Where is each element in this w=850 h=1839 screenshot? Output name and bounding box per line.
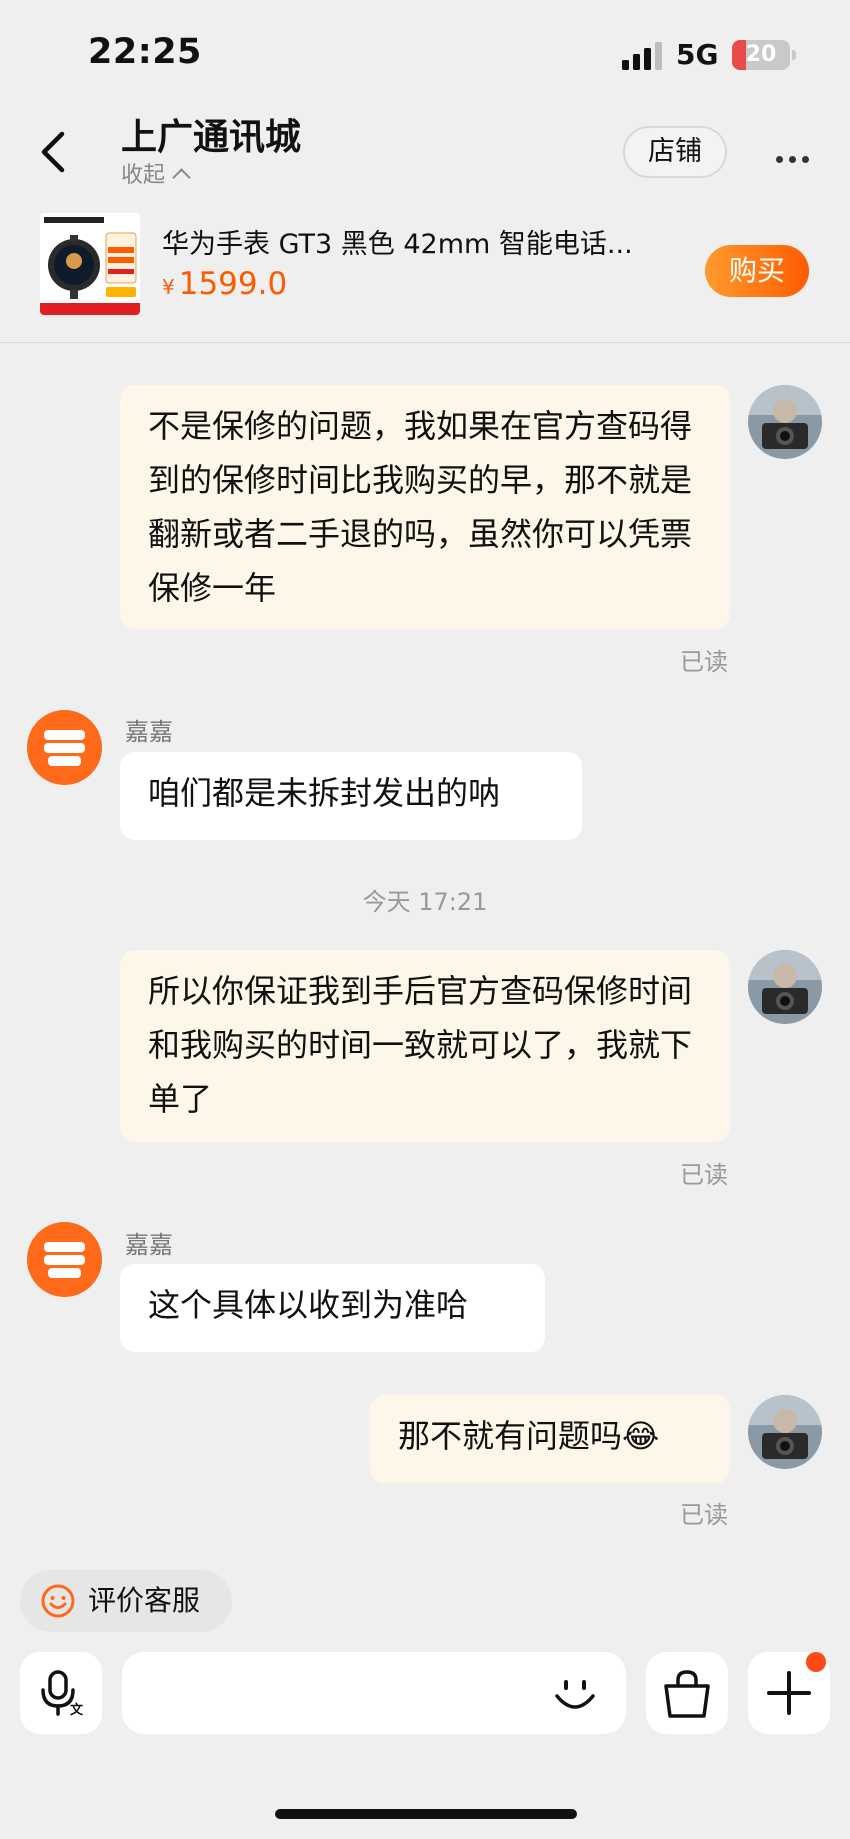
signal-icon [622, 42, 662, 70]
message-bubble-shop[interactable]: 这个具体以收到为准哈 [120, 1264, 545, 1352]
read-status: 已读 [680, 1161, 728, 1189]
battery-icon: 20 [732, 40, 790, 70]
collapse-label: 收起 [121, 163, 166, 188]
read-status: 已读 [680, 1501, 728, 1529]
message-timestamp: 今天 17:21 [362, 888, 488, 916]
message-bubble-me[interactable]: 那不就有问题吗😂 [370, 1395, 730, 1483]
message-input[interactable] [122, 1652, 626, 1734]
status-time: 22:25 [88, 32, 202, 72]
user-avatar[interactable] [748, 1395, 822, 1469]
store-button[interactable]: 店铺 [623, 126, 727, 178]
product-thumbnail[interactable] [40, 213, 140, 315]
shopping-bag-icon [664, 1670, 710, 1718]
shop-avatar[interactable] [27, 1222, 102, 1297]
buy-button[interactable]: 购买 [705, 245, 809, 297]
network-type: 5G [676, 38, 719, 71]
chevron-up-icon [172, 168, 191, 187]
message-bubble-me[interactable]: 不是保修的问题，我如果在官方查码得到的保修时间比我购买的早，那不就是翻新或者二手… [120, 385, 730, 629]
voice-button[interactable]: 文 [20, 1652, 102, 1734]
battery-level: 20 [745, 42, 777, 67]
price-value: 1599.0 [178, 266, 288, 302]
rate-service-label: 评价客服 [88, 1584, 201, 1617]
home-indicator[interactable] [275, 1809, 577, 1819]
notification-dot [806, 1652, 826, 1672]
smile-icon [41, 1584, 75, 1618]
message-bubble-shop[interactable]: 咱们都是未拆封发出的呐 [120, 752, 582, 840]
battery-tip [792, 50, 796, 60]
rate-service-button[interactable]: 评价客服 [20, 1570, 232, 1632]
mic-icon: 文 [41, 1670, 84, 1718]
more-icon[interactable] [776, 148, 816, 163]
read-status: 已读 [680, 648, 728, 676]
sender-name: 嘉嘉 [125, 1231, 173, 1259]
user-avatar[interactable] [748, 950, 822, 1024]
sender-name: 嘉嘉 [125, 718, 173, 746]
svg-text:文: 文 [70, 1702, 84, 1718]
message-bubble-me[interactable]: 所以你保证我到手后官方查码保修时间和我购买的时间一致就可以了，我就下单了 [120, 950, 730, 1142]
shop-avatar[interactable] [27, 710, 102, 785]
shopping-bag-button[interactable] [646, 1652, 728, 1734]
currency-symbol: ¥ [162, 275, 175, 299]
header-divider [0, 342, 850, 343]
user-avatar[interactable] [748, 385, 822, 459]
emoji-icon[interactable] [552, 1672, 598, 1718]
collapse-toggle[interactable]: 收起 [121, 157, 191, 189]
shop-name: 上广通讯城 [121, 117, 302, 158]
product-title[interactable]: 华为手表 GT3 黑色 42mm 智能电话... [162, 222, 633, 261]
back-icon[interactable] [36, 130, 70, 174]
product-price: ¥1599.0 [162, 266, 287, 302]
